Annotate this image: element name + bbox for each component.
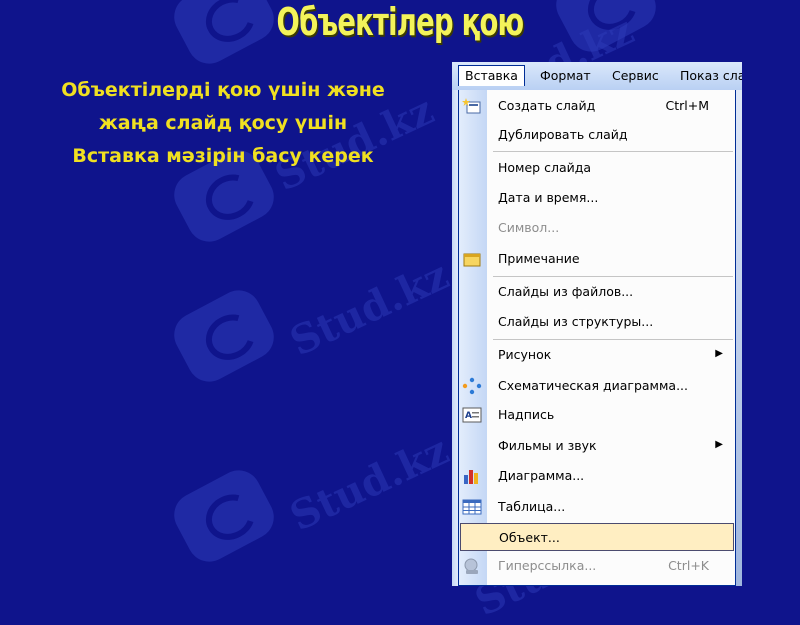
watermark-text: Stud.kz xyxy=(282,426,456,541)
menu-bar: Вставка Формат Сервис Показ сла xyxy=(452,62,742,91)
svg-text:A: A xyxy=(465,411,472,421)
slide-description: Объектілерді қою үшін және жаңа слайд қо… xyxy=(28,74,418,173)
menu-item-slides-from-files[interactable]: Слайды из файлов... xyxy=(459,278,735,306)
menu-item-label: Создать слайд xyxy=(498,98,596,113)
diagram-icon xyxy=(462,377,482,395)
menu-item-duplicate-slide[interactable]: Дублировать слайд xyxy=(459,121,735,149)
menu-item-label: Схематическая диаграмма... xyxy=(498,378,688,393)
menu-item-date-time[interactable]: Дата и время... xyxy=(459,184,735,212)
menu-item-shortcut: Ctrl+K xyxy=(668,558,709,573)
menu-item-picture[interactable]: Рисунок ▶ xyxy=(459,341,735,369)
menu-item-symbol[interactable]: Символ... xyxy=(459,214,735,242)
menu-item-diagram[interactable]: Схематическая диаграмма... xyxy=(459,372,735,400)
menu-separator xyxy=(493,339,733,340)
menu-item-label: Рисунок xyxy=(498,347,552,362)
menu-item-label: Примечание xyxy=(498,251,580,266)
description-line: Объектілерді қою үшін және xyxy=(61,79,385,101)
menu-item-label: Символ... xyxy=(498,220,560,235)
menu-item-label: Номер слайда xyxy=(498,160,592,175)
chart-icon xyxy=(464,470,478,484)
menu-item-label: Таблица... xyxy=(498,499,566,514)
description-line: жаңа слайд қосу үшін xyxy=(98,112,348,134)
hyperlink-icon xyxy=(464,558,478,574)
menu-item-movies-sound[interactable]: Фильмы и звук ▶ xyxy=(459,432,735,460)
menu-item-hyperlink[interactable]: Гиперссылка... Ctrl+K xyxy=(459,552,735,580)
menu-insert[interactable]: Вставка xyxy=(458,65,525,86)
menu-item-label: Диаграмма... xyxy=(498,468,585,483)
menu-item-label: Дублировать слайд xyxy=(498,127,628,142)
menu-separator xyxy=(493,151,733,152)
menu-item-label: Объект... xyxy=(499,530,560,545)
slide-title: Объектілер қою xyxy=(276,0,525,44)
submenu-arrow-icon: ▶ xyxy=(715,439,723,450)
menu-item-label: Надпись xyxy=(498,407,555,422)
menu-format[interactable]: Формат xyxy=(534,66,597,86)
textbox-icon: A xyxy=(462,407,482,423)
submenu-arrow-icon: ▶ xyxy=(715,348,723,359)
menu-item-label: Фильмы и звук xyxy=(498,438,597,453)
table-icon xyxy=(462,499,482,515)
menu-item-table[interactable]: Таблица... xyxy=(459,493,735,521)
menu-tools[interactable]: Сервис xyxy=(606,66,665,86)
watermark-logo xyxy=(166,462,282,570)
note-icon xyxy=(463,253,481,267)
menu-separator xyxy=(493,276,733,277)
insert-menu-screenshot: Вставка Формат Сервис Показ сла Создать … xyxy=(452,62,742,586)
new-slide-icon xyxy=(462,98,481,114)
menu-item-label: Слайды из файлов... xyxy=(498,284,634,299)
menu-item-label: Гиперссылка... xyxy=(498,558,597,573)
description-line: Вставка мәзірін басу керек xyxy=(72,145,374,167)
menu-item-new-slide[interactable]: Создать слайд Ctrl+M xyxy=(459,92,735,120)
menu-slideshow[interactable]: Показ сла xyxy=(674,66,742,86)
watermark-logo xyxy=(166,282,282,390)
menu-item-textbox[interactable]: A Надпись xyxy=(459,401,735,429)
menu-item-slides-from-outline[interactable]: Слайды из структуры... xyxy=(459,308,735,336)
menu-item-slide-number[interactable]: Номер слайда xyxy=(459,154,735,182)
menu-item-label: Дата и время... xyxy=(498,190,599,205)
menu-item-shortcut: Ctrl+M xyxy=(665,98,710,113)
insert-dropdown: Создать слайд Ctrl+M Дублировать слайд Н… xyxy=(458,90,736,586)
watermark-text: Stud.kz xyxy=(282,251,456,366)
menu-item-label: Слайды из структуры... xyxy=(498,314,654,329)
menu-item-chart[interactable]: Диаграмма... xyxy=(459,462,735,490)
menu-item-comment[interactable]: Примечание xyxy=(459,245,735,273)
menu-item-object[interactable]: Объект... xyxy=(460,523,734,551)
